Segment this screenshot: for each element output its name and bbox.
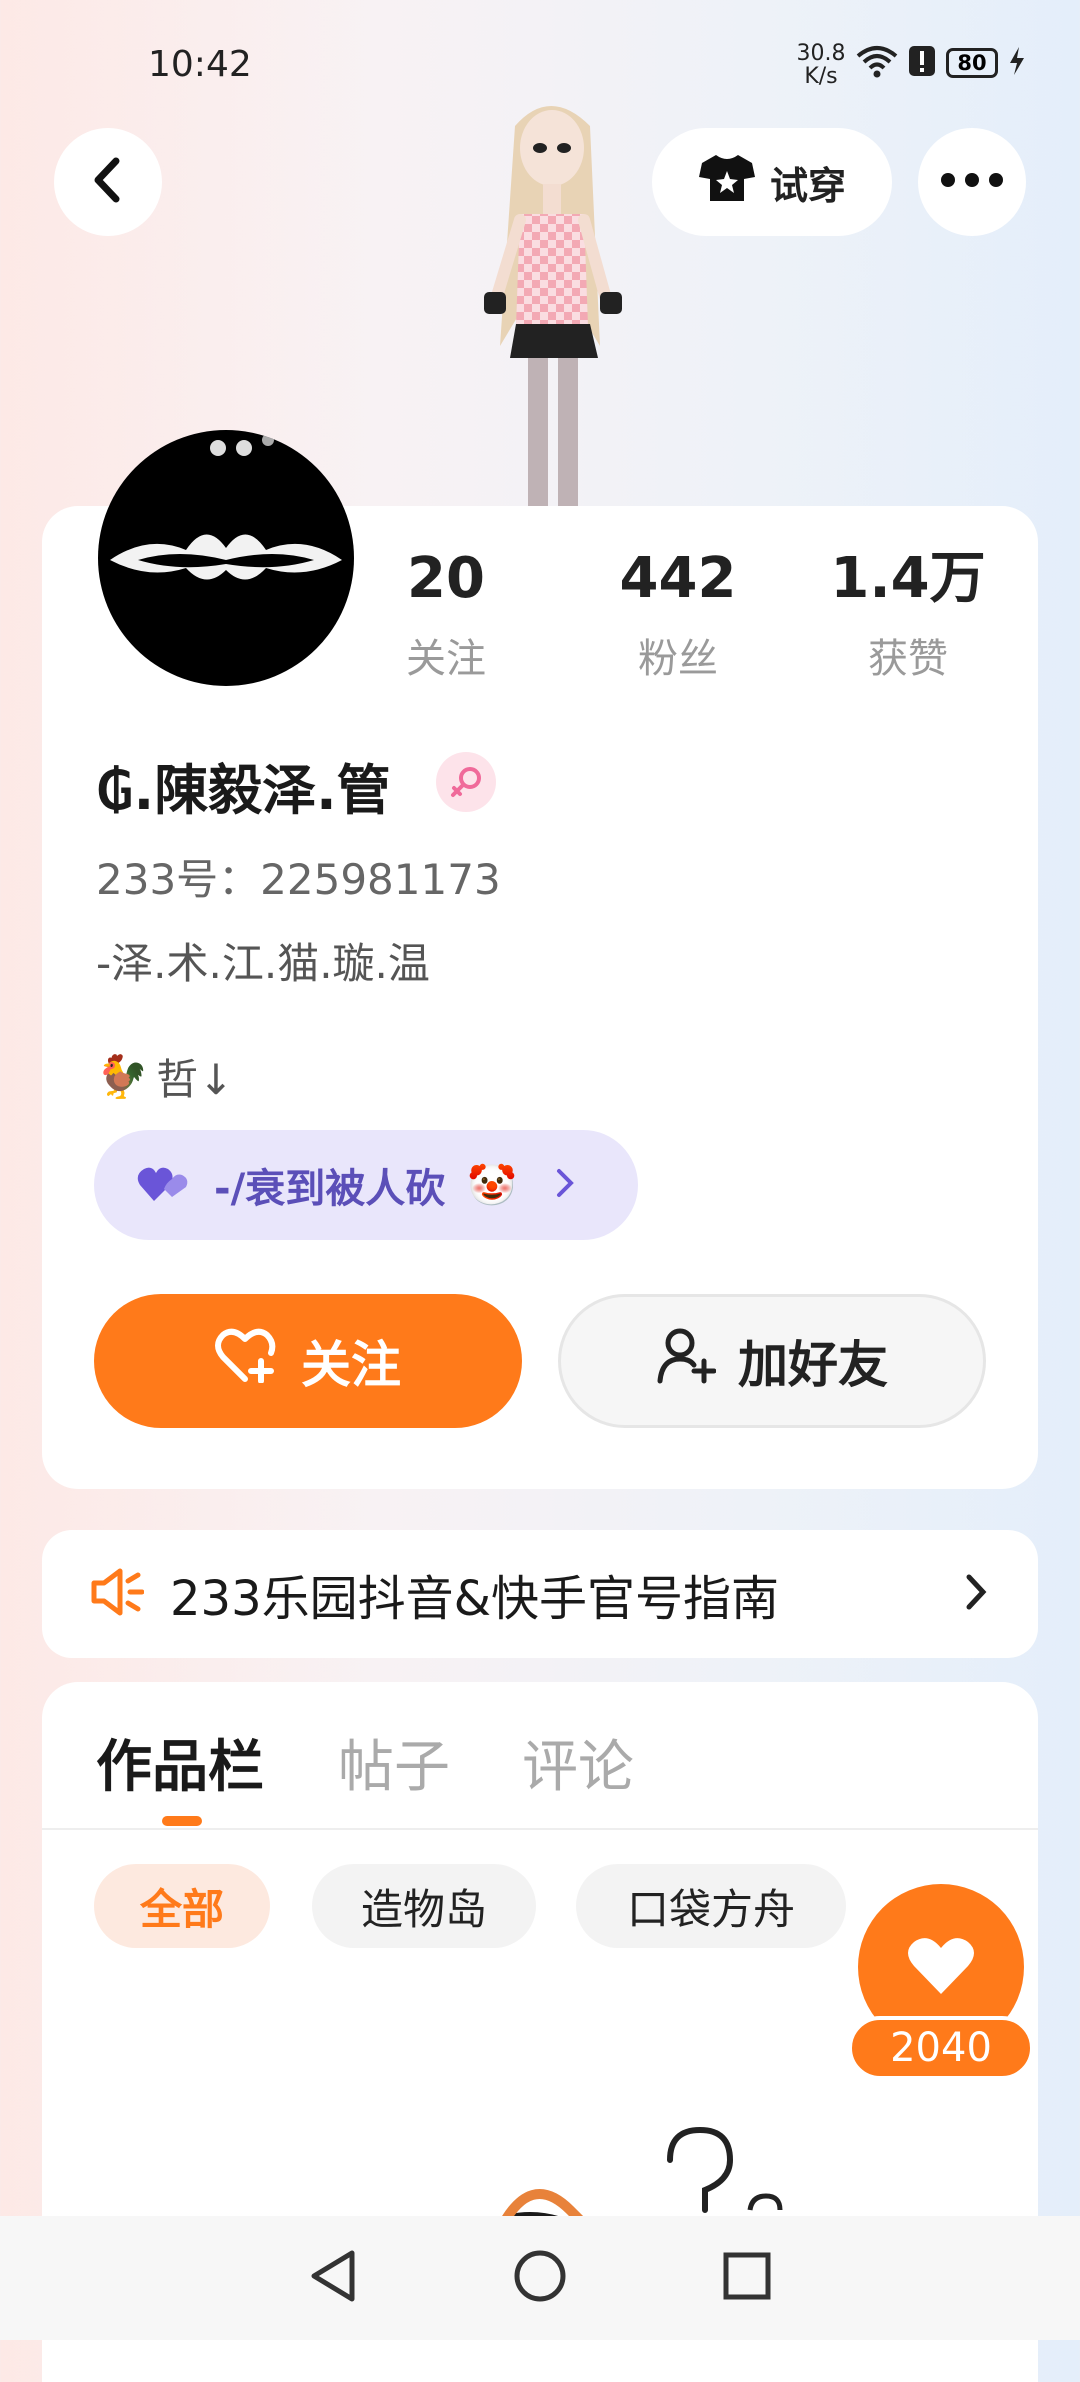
likes-label: 获赞 <box>868 636 948 682</box>
status-time: 10:42 <box>148 44 252 85</box>
heart-plus-icon <box>215 1327 279 1395</box>
tab-posts[interactable]: 帖子 <box>338 1722 450 1803</box>
alert-icon <box>908 45 936 81</box>
relationship-pill-text: -/衰到被人砍 <box>214 1166 446 1212</box>
status-icons: 80 <box>856 44 1026 82</box>
filter-creation-island[interactable]: 造物岛 <box>312 1864 536 1948</box>
relationship-pill[interactable]: -/衰到被人砍 🤡 <box>94 1130 638 1240</box>
tab-comments[interactable]: 评论 <box>522 1722 634 1803</box>
avatar-3d-figure[interactable] <box>420 96 680 506</box>
announcement-banner[interactable]: 233乐园抖音&快手官号指南 <box>42 1530 1038 1658</box>
wifi-icon <box>856 44 898 82</box>
network-speed-unit: K/s <box>804 64 838 89</box>
chevron-right-icon <box>964 1572 988 1616</box>
signature: -泽.术.江.猫.璇.温 <box>96 939 430 988</box>
heart-icon <box>906 1934 976 2000</box>
stat-fans[interactable]: 442 粉丝 <box>578 546 778 684</box>
profile-tag: 🐓 哲↓ <box>96 1046 234 1107</box>
female-gender-icon <box>436 752 496 812</box>
announcement-text: 233乐园抖音&快手官号指南 <box>170 1571 780 1627</box>
nav-recents-icon[interactable] <box>722 2251 772 2305</box>
add-friend-button[interactable]: 加好友 <box>558 1294 986 1428</box>
filter-pocket-ark[interactable]: 口袋方舟 <box>576 1864 846 1948</box>
filter-all[interactable]: 全部 <box>94 1864 270 1948</box>
more-dots-icon <box>940 172 1004 192</box>
follow-button[interactable]: 关注 <box>94 1294 522 1428</box>
nav-back-icon[interactable] <box>308 2249 358 2307</box>
try-on-button[interactable]: 试穿 <box>652 128 892 236</box>
battery-indicator: 80 <box>946 48 998 78</box>
user-avatar[interactable] <box>98 430 354 686</box>
tab-works[interactable]: 作品栏 <box>96 1722 264 1803</box>
add-friend-label: 加好友 <box>738 1336 888 1394</box>
stat-likes[interactable]: 1.4万 获赞 <box>808 546 1008 684</box>
nav-home-icon[interactable] <box>513 2249 567 2307</box>
charging-icon <box>1008 46 1026 80</box>
likes-count: 1.4万 <box>830 546 986 611</box>
back-button[interactable] <box>54 128 162 236</box>
user-id: 233号：225981173 <box>96 855 501 904</box>
shirt-icon <box>698 153 756 212</box>
like-count-badge: 2040 <box>848 2016 1034 2080</box>
tab-divider <box>42 1828 1038 1830</box>
following-count: 20 <box>407 546 485 611</box>
rooster-emoji: 🐓 <box>96 1051 149 1101</box>
try-on-label: 试穿 <box>769 163 846 208</box>
megaphone-icon <box>90 1567 145 1621</box>
chevron-right-icon <box>555 1167 575 1203</box>
fans-count: 442 <box>619 546 737 611</box>
heart-pair-icon <box>136 1163 192 1207</box>
following-label: 关注 <box>406 636 486 682</box>
profile-tag-text: 哲↓ <box>156 1055 234 1104</box>
stat-following[interactable]: 20 关注 <box>346 546 546 684</box>
clown-emoji: 🤡 <box>467 1162 518 1209</box>
follow-label: 关注 <box>301 1336 401 1394</box>
network-speed: 30.8 K/s <box>796 42 846 88</box>
system-navigation-bar <box>0 2216 1080 2340</box>
back-arrow-icon <box>88 155 128 209</box>
more-options-button[interactable] <box>918 128 1026 236</box>
active-tab-indicator <box>162 1816 202 1826</box>
username: ₲.陳毅泽.管 <box>96 759 391 822</box>
fans-label: 粉丝 <box>638 636 718 682</box>
add-user-icon <box>656 1325 717 1397</box>
network-speed-value: 30.8 <box>796 41 846 66</box>
